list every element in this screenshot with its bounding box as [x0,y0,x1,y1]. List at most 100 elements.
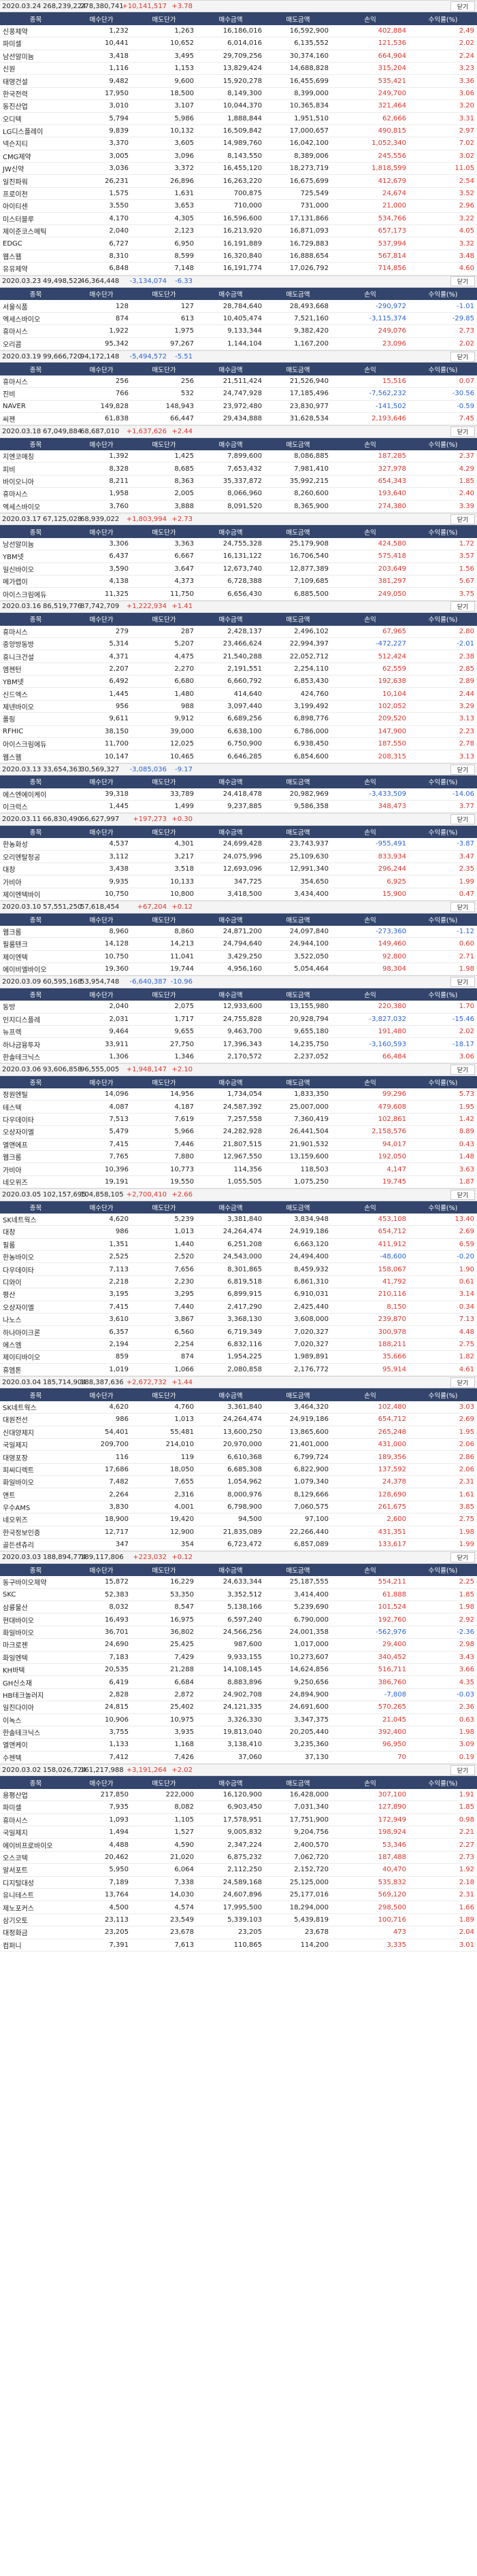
table-row[interactable]: 엑세스바이오 874 613 10,405,474 7,521,160 -3,115,37… [0,313,477,326]
table-row[interactable]: 파미셀 7,935 8,082 6,903,450 7,031,340 127,890 1.… [0,1801,477,1814]
stock-name-cell[interactable]: 네오위즈 [0,1177,71,1187]
stock-name-cell[interactable]: 국일제지 [0,1439,71,1450]
stock-name-cell[interactable]: LG디스플레이 [0,126,71,136]
table-row[interactable]: 뉴프렉 9,464 9,655 9,463,700 9,655,180 191,480 2.… [0,1026,477,1039]
stock-name-cell[interactable]: 하나마이크론 [0,1327,71,1337]
table-row[interactable]: 오디텍 5,794 5,986 1,888,844 1,951,510 62,666 3.3… [0,113,477,125]
stock-name-cell[interactable]: 신풍제약 [0,26,71,36]
table-row[interactable]: 나노스 3,610 3,867 3,368,130 3,608,000 239,870 7.… [0,1314,477,1326]
stock-name-cell[interactable]: YBM넷 [0,551,71,561]
table-row[interactable]: 네오위즈 18,900 19,420 94,500 97,100 2,600 2.75 [0,1513,477,1526]
table-row[interactable]: 한솔테크닉스 3,755 3,935 19,813,040 20,205,440 392,… [0,1726,477,1739]
stock-name-cell[interactable]: 뉴프렉 [0,1026,71,1037]
table-row[interactable]: 엠젠턴 2,207 2,270 2,191,551 2,254,110 62,559 2.8… [0,663,477,676]
table-row[interactable]: 컴퍼니 7,391 7,613 110,865 114,200 3,335 3.01 [0,1939,477,1952]
table-row[interactable]: 서울식품 128 127 28,784,640 28,493,668 -290,972 -1… [0,300,477,313]
stock-name-cell[interactable]: 삼기오토 [0,1915,71,1925]
stock-name-cell[interactable]: 오리엔탈정공 [0,852,71,862]
stock-name-cell[interactable]: 나노스 [0,1314,71,1324]
stock-name-cell[interactable]: 프로이천 [0,188,71,199]
table-row[interactable]: 피비 8,328 8,685 7,653,432 7,981,410 327,978 4.2… [0,463,477,475]
table-row[interactable]: 에스엔에이케이 39,318 33,789 24,418,478 20,982,969 -… [0,788,477,801]
close-button[interactable]: 닫기 [450,977,475,988]
stock-name-cell[interactable]: 에이비프로바이오 [0,1840,71,1850]
stock-name-cell[interactable]: 에스엠 [0,1339,71,1350]
table-row[interactable]: 파미셀 10,441 10,652 6,014,016 6,135,552 121,536… [0,37,477,50]
table-row[interactable]: 다우데이타 7,113 7,656 8,301,865 8,459,932 158,067… [0,1263,477,1276]
table-row[interactable]: 삼기오토 23,113 23,549 5,339,103 5,439,819 100,71… [0,1914,477,1927]
close-button[interactable]: 닫기 [450,764,475,775]
stock-name-cell[interactable]: 피비 [0,464,71,474]
table-row[interactable]: 제노포커스 4,500 4,574 17,995,500 18,294,000 298,5… [0,1901,477,1914]
table-row[interactable]: 제이준코스메틱 2,040 2,123 16,213,920 16,871,093 657… [0,225,477,238]
stock-name-cell[interactable]: 일신바이오 [0,564,71,574]
table-row[interactable]: KH바텍 20,535 21,288 14,108,145 14,624,856 516,… [0,1664,477,1677]
stock-name-cell[interactable]: 휴니크건설 [0,652,71,662]
table-row[interactable]: 메가랩이 4,138 4,373 6,728,388 7,109,685 381,297 5… [0,575,477,588]
stock-name-cell[interactable]: 엘앤케이 [0,1739,71,1750]
table-row[interactable]: 일진파워 26,231 26,896 16,263,220 16,675,699 412,… [0,175,477,188]
table-row[interactable]: 국일제지 1,494 1,527 9,005,832 9,204,756 198,924 2… [0,1826,477,1839]
table-row[interactable]: 웹크롬 8,960 8,860 24,871,200 24,097,840 -273,36… [0,926,477,939]
table-row[interactable]: 가비아 9,935 10,133 347,725 354,650 6,925 1.99 [0,875,477,888]
table-row[interactable]: 에이비프로바이오 4,488 4,590 2,347,224 2,400,570 53,3… [0,1839,477,1852]
table-row[interactable]: 제이엔텍 10,750 11,041 3,429,250 3,522,050 92,800… [0,951,477,964]
table-row[interactable]: 남선알미늄 3,306 3,363 24,755,328 25,179,908 424,5… [0,538,477,551]
stock-name-cell[interactable]: 남선알미늄 [0,51,71,61]
stock-name-cell[interactable]: NAVER [0,403,71,410]
stock-name-cell[interactable]: 동구바이오제약 [0,1577,71,1587]
table-row[interactable]: 화일바이오 36,701 36,802 24,566,256 24,001,358 -56… [0,1626,477,1639]
table-row[interactable]: 아이스크림에듀 11,325 11,750 6,656,430 6,885,500 249… [0,588,477,601]
close-button[interactable]: 닫기 [450,601,475,612]
table-row[interactable]: 필룸텐크 14,128 14,213 24,794,640 24,944,100 149,… [0,938,477,951]
stock-name-cell[interactable]: 엠젠턴 [0,664,71,674]
stock-name-cell[interactable]: 다우데이타 [0,1265,71,1275]
table-row[interactable]: 마크로젠 24,690 25,425 987,600 1,017,000 29,400 2.… [0,1639,477,1652]
stock-name-cell[interactable]: 메가랩이 [0,576,71,586]
stock-name-cell[interactable]: SK네트웍스 [0,1402,71,1412]
table-row[interactable]: 휴마시스 1,958 2,005 8,066,960 8,260,600 193,640 2… [0,488,477,501]
table-row[interactable]: 한국전력 17,950 18,500 8,149,300 8,399,000 249,70… [0,88,477,101]
table-row[interactable]: 용평산업 217,850 222,000 16,120,900 16,428,000 30… [0,1789,477,1802]
table-row[interactable]: 일진다이아 24,815 25,402 24,121,335 24,691,600 570… [0,1701,477,1714]
stock-name-cell[interactable]: 유유제약 [0,263,71,273]
table-row[interactable]: 다우데이타 7,513 7,619 7,257,558 7,360,419 102,861… [0,1114,477,1126]
table-row[interactable]: 골든센츄리 347 354 6,723,472 6,857,089 133,617 1.99 [0,1539,477,1552]
table-row[interactable]: 신원 1,116 1,153 13,829,424 14,688,828 315,204 3… [0,63,477,76]
table-row[interactable]: 오리엔탈정공 3,112 3,217 24,075,996 25,109,630 833,… [0,851,477,863]
stock-name-cell[interactable]: 파미셀 [0,1802,71,1812]
close-button[interactable]: 닫기 [450,276,475,287]
close-button[interactable]: 닫기 [450,1552,475,1563]
table-row[interactable]: 정원엔틸 14,096 14,956 1,734,054 1,833,350 99,296… [0,1088,477,1101]
stock-name-cell[interactable]: 인지디스플레 [0,1014,71,1024]
table-row[interactable]: 오스코텍 20,462 21,020 6,875,232 7,062,720 187,48… [0,1852,477,1864]
stock-name-cell[interactable]: 태영건설 [0,76,71,86]
stock-name-cell[interactable]: 필룸 [0,1239,71,1250]
stock-name-cell[interactable]: 서울식품 [0,301,71,312]
table-row[interactable]: 폴링 9,611 9,912 6,689,256 6,898,776 209,520 3.1… [0,713,477,726]
table-row[interactable]: YBM넷 6,492 6,680 6,660,792 6,853,430 192,638 2… [0,675,477,688]
stock-name-cell[interactable]: GH신소재 [0,1677,71,1688]
stock-name-cell[interactable]: 휴마시스 [0,376,71,386]
stock-name-cell[interactable]: 제이준코스메틱 [0,226,71,236]
stock-name-cell[interactable]: 웹크롬 [0,926,71,937]
stock-name-cell[interactable]: 지엔코매칭 [0,451,71,461]
stock-name-cell[interactable]: 동진산업 [0,101,71,111]
table-row[interactable]: 필룸 1,351 1,440 6,251,208 6,663,120 411,912 6.5… [0,1239,477,1252]
table-row[interactable]: 엑세스바이오 3,760 3,888 8,091,520 8,365,900 274,38… [0,501,477,514]
close-button[interactable]: 닫기 [450,1064,475,1075]
stock-name-cell[interactable]: 제노포커스 [0,1903,71,1913]
stock-name-cell[interactable]: 오디텍 [0,114,71,124]
stock-name-cell[interactable]: 일진파워 [0,176,71,186]
close-button[interactable]: 닫기 [450,426,475,437]
stock-name-cell[interactable]: 수젠텍 [0,1752,71,1762]
stock-name-cell[interactable]: 한농화성 [0,839,71,849]
stock-name-cell[interactable]: 한솔테크닉스 [0,1727,71,1737]
stock-name-cell[interactable]: 한국정보인증 [0,1527,71,1537]
close-button[interactable]: 닫기 [450,1764,475,1775]
table-row[interactable]: 한농바이오 2,525 2,520 24,543,000 24,494,400 -48,6… [0,1251,477,1264]
stock-name-cell[interactable]: 동방 [0,1001,71,1011]
table-row[interactable]: 동진산업 3,010 3,107 10,044,370 10,365,834 321,46… [0,100,477,113]
stock-name-cell[interactable]: 제이티바이오 [0,1352,71,1362]
table-row[interactable]: JW신약 3,036 3,372 16,455,120 18,273,719 1,818,… [0,163,477,175]
